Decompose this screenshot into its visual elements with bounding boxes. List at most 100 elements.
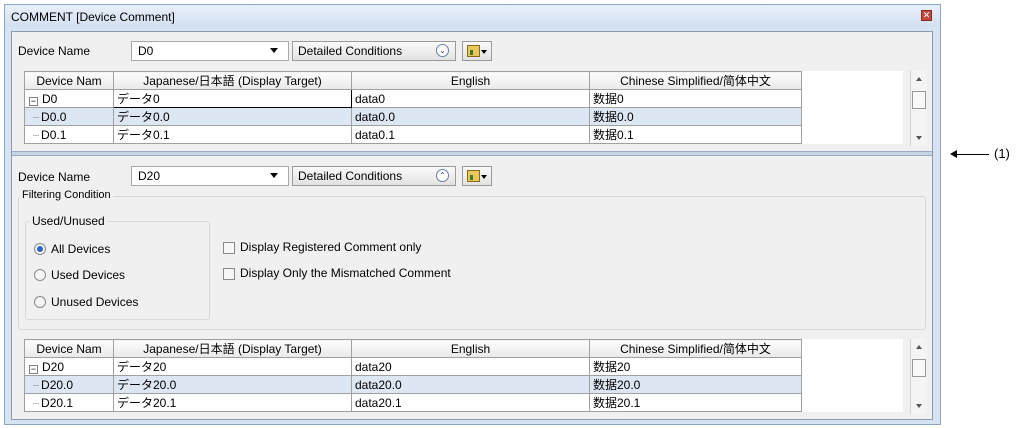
chinese-cell[interactable]: 数据20.0 [589,375,802,394]
chinese-cell[interactable]: 数据0.1 [589,125,802,144]
device-label: D20.0 [41,377,74,392]
radio-unused-devices-label[interactable]: Unused Devices [51,295,138,309]
english-cell[interactable]: data20.0 [351,375,590,394]
chinese-cell[interactable]: 数据20.1 [589,393,802,412]
detailed-conditions-button[interactable]: Detailed Conditions ⌄ [292,41,456,61]
english-cell[interactable]: data20 [351,357,590,376]
chevron-down-icon [270,48,278,53]
scroll-up-icon[interactable] [916,77,922,81]
collapse-icon[interactable]: − [29,364,38,374]
comment-grid-bottom: Device Nam Japanese/日本語 (Display Target)… [24,339,903,412]
checkbox-mismatched-only[interactable] [223,268,235,280]
tree-branch-icon: ┈ [33,130,40,142]
japanese-cell[interactable]: データ20 [113,357,352,376]
radio-all-devices[interactable] [34,243,46,255]
main-panel: Device Name D0 Detailed Conditions ⌄ Dev… [11,31,933,420]
checkbox-registered-only-label[interactable]: Display Registered Comment only [240,240,421,254]
radio-all-devices-label[interactable]: All Devices [51,242,110,256]
device-label: D20 [42,359,65,374]
pane-splitter[interactable] [12,151,932,156]
japanese-cell[interactable]: データ20.0 [113,375,352,394]
row-filler [801,89,903,108]
scroll-thumb[interactable] [912,91,926,109]
device-cell[interactable]: ┈ D20.1 [24,393,114,412]
scroll-down-icon[interactable] [916,136,922,140]
bottom-grid-scrollbar[interactable] [910,339,927,414]
row-filler [801,393,903,412]
chevron-down-icon [270,173,278,178]
device-name-combo[interactable]: D0 [131,41,289,61]
column-header-chinese[interactable]: Chinese Simplified/简体中文 [589,339,802,358]
japanese-cell[interactable]: データ0.1 [113,125,352,144]
table-row[interactable]: − D20 データ20 data20 数据20 [24,357,903,376]
title-bar: COMMENT [Device Comment] ✕ [5,5,940,27]
device-cell[interactable]: ┈ D0.0 [24,107,114,126]
radio-used-devices[interactable] [34,269,46,281]
table-row[interactable]: ┈ D0.1 データ0.1 data0.1 数据0.1 [24,125,903,144]
japanese-cell[interactable]: データ0.0 [113,107,352,126]
column-header-chinese[interactable]: Chinese Simplified/简体中文 [589,71,802,90]
device-cell[interactable]: ┈ D20.0 [24,375,114,394]
device-name-value: D0 [138,44,154,58]
english-cell[interactable]: data0.0 [351,107,590,126]
device-label: D0.0 [41,109,67,124]
tree-branch-icon: ┈ [33,380,40,392]
close-icon[interactable]: ✕ [921,10,932,21]
row-filler [801,375,903,394]
radio-used-devices-label[interactable]: Used Devices [51,268,125,282]
column-header-device[interactable]: Device Nam [24,339,114,358]
detailed-conditions-label: Detailed Conditions [298,169,403,183]
device-cell[interactable]: ┈ D0.1 [24,125,114,144]
checkbox-registered-only[interactable] [223,242,235,254]
chinese-cell[interactable]: 数据0 [589,89,802,108]
device-name-combo[interactable]: D20 [131,166,289,186]
japanese-cell[interactable]: データ20.1 [113,393,352,412]
top-grid-scrollbar[interactable] [910,71,927,146]
dropdown-arrow-icon [481,50,487,54]
display-settings-button[interactable] [462,166,492,186]
table-row[interactable]: − D0 データ0 data0 数据0 [24,89,903,108]
detailed-conditions-label: Detailed Conditions [298,44,403,58]
tree-branch-icon: ┈ [33,112,40,124]
dropdown-arrow-icon [481,175,487,179]
radio-unused-devices[interactable] [34,296,46,308]
scroll-thumb[interactable] [912,359,926,377]
used-unused-label: Used/Unused [30,214,107,228]
column-header-english[interactable]: English [351,339,590,358]
device-label: D0.1 [41,127,67,142]
table-settings-icon [467,45,480,57]
scroll-down-icon[interactable] [916,404,922,408]
column-header-english[interactable]: English [351,71,590,90]
filtering-condition-label: Filtering Condition [20,189,113,201]
checkbox-mismatched-only-label[interactable]: Display Only the Mismatched Comment [240,266,451,280]
chinese-cell[interactable]: 数据20 [589,357,802,376]
row-filler [801,125,903,144]
comment-grid-top: Device Nam Japanese/日本語 (Display Target)… [24,71,903,144]
callout-label: (1) [994,146,1010,161]
detailed-conditions-button[interactable]: Detailed Conditions ⌃ [292,166,456,186]
table-row[interactable]: ┈ D0.0 データ0.0 data0.0 数据0.0 [24,107,903,126]
column-header-device[interactable]: Device Nam [24,71,114,90]
collapse-icon[interactable]: − [29,96,38,106]
scroll-up-icon[interactable] [916,345,922,349]
collapse-icon: ⌃ [436,169,449,182]
device-cell[interactable]: − D20 [24,357,114,376]
device-label: D0 [42,91,58,106]
table-row[interactable]: ┈ D20.1 データ20.1 data20.1 数据20.1 [24,393,903,412]
table-settings-icon [467,170,480,182]
display-settings-button[interactable] [462,41,492,61]
column-header-japanese[interactable]: Japanese/日本語 (Display Target) [113,339,352,358]
english-cell[interactable]: data20.1 [351,393,590,412]
header-filler [801,339,903,358]
device-name-label: Device Name [18,44,91,58]
english-cell[interactable]: data0.1 [351,125,590,144]
header-filler [801,71,903,90]
window-title: COMMENT [Device Comment] [11,10,175,24]
tree-branch-icon: ┈ [33,398,40,410]
device-cell[interactable]: − D0 [24,89,114,108]
column-header-japanese[interactable]: Japanese/日本語 (Display Target) [113,71,352,90]
english-cell[interactable]: data0 [351,89,590,108]
chinese-cell[interactable]: 数据0.0 [589,107,802,126]
table-row[interactable]: ┈ D20.0 データ20.0 data20.0 数据20.0 [24,375,903,394]
japanese-cell[interactable]: データ0 [113,89,352,108]
